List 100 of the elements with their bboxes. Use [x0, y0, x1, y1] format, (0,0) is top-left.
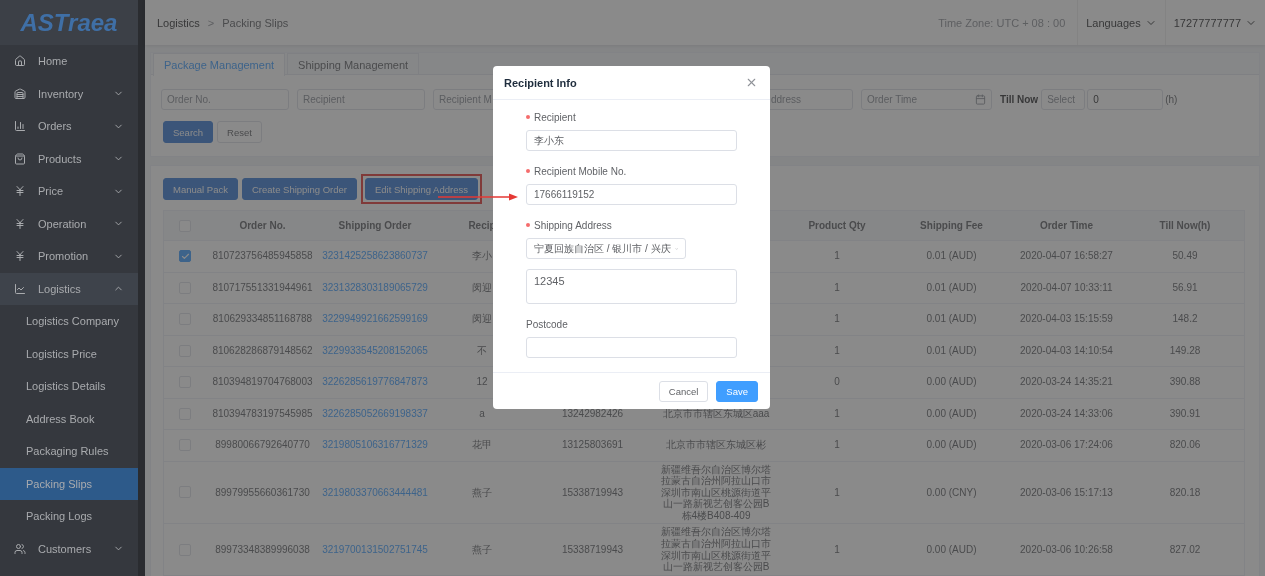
- nav-subitem[interactable]: Packaging Rules: [0, 435, 138, 468]
- language-menu[interactable]: Languages: [1077, 0, 1165, 45]
- action-button[interactable]: Edit Shipping Address: [365, 178, 478, 200]
- table-cell: 0.00 (CNY): [926, 486, 977, 499]
- warehouse-icon: [14, 87, 26, 100]
- table-cell: 2020-04-03 14:10:54: [1020, 344, 1113, 357]
- nav-item[interactable]: Inventory: [0, 77, 138, 110]
- table-cell: 2020-03-24 14:35:21: [1020, 376, 1113, 389]
- bar-chart-icon: [14, 120, 26, 133]
- table-cell: 0.00 (AUD): [926, 407, 977, 420]
- table-cell: 15338719943: [561, 486, 624, 499]
- nav-subitem[interactable]: Address Book: [0, 402, 138, 435]
- table-cell: 1: [834, 313, 840, 326]
- table-cell: 2020-04-03 15:15:59: [1020, 313, 1113, 326]
- order-link[interactable]: 3229933545208152065: [322, 344, 428, 357]
- breadcrumb-item[interactable]: Packing Slips: [222, 16, 289, 29]
- breadcrumb-separator: >: [207, 16, 215, 29]
- yen-icon: [14, 185, 26, 198]
- table-cell: 149.28: [1169, 344, 1201, 357]
- table-cell: 闵迎: [472, 313, 492, 326]
- field-label: Recipient Mobile No.: [534, 165, 627, 177]
- search-button[interactable]: Search: [163, 121, 214, 143]
- nav-item[interactable]: Home: [0, 45, 138, 78]
- table-cell: 50.49: [1172, 250, 1198, 263]
- field-label: Postcode: [526, 318, 568, 330]
- reset-button[interactable]: Reset: [217, 121, 262, 143]
- table-cell: 15338719943: [561, 543, 624, 556]
- table-cell: 不: [477, 344, 487, 357]
- nav-item[interactable]: Orders: [0, 110, 138, 143]
- nav-subitem[interactable]: Packing Logs: [0, 500, 138, 533]
- field-label: Recipient: [534, 111, 576, 123]
- table-cell: 1: [834, 344, 840, 357]
- table-cell: 89979955660361730: [215, 486, 310, 499]
- table-cell: 2020-03-06 17:24:06: [1020, 439, 1113, 452]
- address-textarea[interactable]: 12345: [526, 269, 737, 304]
- input-field[interactable]: 17666119152: [526, 184, 737, 205]
- column-header: Order No.: [239, 220, 286, 231]
- table-cell: 1: [834, 486, 840, 499]
- table-cell: 闵迎: [472, 281, 492, 294]
- table-cell: 2020-03-06 10:26:58: [1020, 543, 1113, 556]
- table-cell: 1: [834, 439, 840, 452]
- input-field[interactable]: 李小东: [526, 130, 737, 151]
- tab[interactable]: Package Management: [153, 53, 286, 76]
- order-link[interactable]: 3231425258623860737: [322, 250, 428, 263]
- order-link[interactable]: 3226285619776847873: [322, 376, 428, 389]
- hours-field[interactable]: 0: [1087, 89, 1164, 110]
- column-header: Till Now(h): [1159, 220, 1211, 231]
- table-cell: 0.01 (AUD): [926, 313, 977, 326]
- table-cell: 810394819704768003: [212, 376, 313, 389]
- close-icon[interactable]: [745, 76, 758, 89]
- table-cell: a: [479, 407, 485, 420]
- nav-item[interactable]: Customers: [0, 532, 138, 565]
- order-link[interactable]: 3219803370663444481: [322, 486, 428, 499]
- breadcrumb-item[interactable]: Logistics: [157, 16, 200, 29]
- users-icon: [14, 542, 26, 555]
- table-cell: 1: [834, 543, 840, 556]
- nav-subitem[interactable]: Logistics Company: [0, 305, 138, 338]
- action-button[interactable]: Create Shipping Order: [241, 178, 357, 200]
- action-button[interactable]: Manual Pack: [163, 178, 238, 200]
- table-cell: 2020-04-07 16:58:27: [1020, 250, 1113, 263]
- table-cell: 13125803691: [561, 439, 624, 452]
- table-cell: 810723756485945858: [212, 250, 313, 263]
- region-select[interactable]: 宁夏回族自治区 / 银川市 / 兴庆: [526, 238, 686, 259]
- cancel-button[interactable]: Cancel: [658, 380, 709, 402]
- nav-subitem[interactable]: Logistics Price: [0, 337, 138, 370]
- order-link[interactable]: 3219700131502751745: [322, 543, 428, 556]
- account-menu[interactable]: 17277777777: [1164, 0, 1265, 45]
- order-link[interactable]: 3229949921662599169: [322, 313, 428, 326]
- nav-item[interactable]: Price: [0, 175, 138, 208]
- nav-subitem[interactable]: Logistics Details: [0, 370, 138, 403]
- nav-item[interactable]: Products: [0, 142, 138, 175]
- house-icon: [14, 55, 26, 68]
- table-cell: 810628286879148562: [212, 344, 313, 357]
- order-link[interactable]: 3231328303189065729: [322, 281, 428, 294]
- table-cell: 0.01 (AUD): [926, 250, 977, 263]
- table-cell: 810394783197545985: [212, 407, 313, 420]
- table-cell: 89973348389996038: [215, 543, 310, 556]
- table-cell: 1: [834, 281, 840, 294]
- nav-item[interactable]: Logistics: [0, 272, 138, 305]
- table-cell: 12: [476, 376, 488, 389]
- column-header: Product Qty: [808, 220, 866, 231]
- checkbox[interactable]: [179, 250, 191, 263]
- column-header: Order Time: [1039, 220, 1094, 231]
- table-cell: 0.01 (AUD): [926, 344, 977, 357]
- table-cell: 0.01 (AUD): [926, 281, 977, 294]
- table-cell: 148.2: [1172, 313, 1198, 326]
- line-chart-icon: [14, 282, 26, 295]
- tab[interactable]: Shipping Management: [287, 53, 420, 75]
- order-link[interactable]: 3226285052669198337: [322, 407, 428, 420]
- table-cell: 1: [834, 407, 840, 420]
- table-cell: 390.91: [1169, 407, 1201, 420]
- order-link[interactable]: 3219805106316771329: [322, 439, 428, 452]
- nav-item[interactable]: Operation: [0, 207, 138, 240]
- nav-subitem[interactable]: Packing Slips: [0, 467, 138, 500]
- nav-item[interactable]: Promotion: [0, 240, 138, 273]
- table-cell: 827.02: [1169, 543, 1201, 556]
- table-cell: 2020-04-07 10:33:11: [1020, 281, 1113, 294]
- input-field[interactable]: [526, 337, 737, 358]
- table-cell: 89980066792640770: [215, 439, 310, 452]
- save-button[interactable]: Save: [716, 380, 758, 402]
